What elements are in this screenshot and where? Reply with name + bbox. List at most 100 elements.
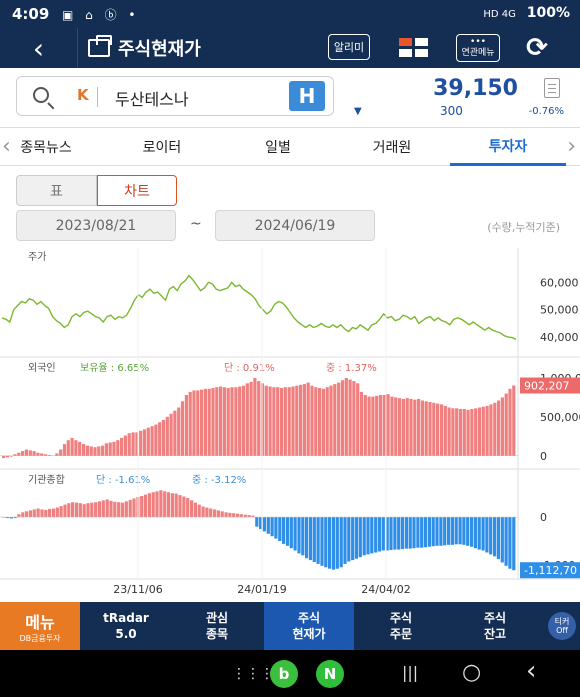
institution-bar bbox=[97, 501, 102, 518]
institution-bar bbox=[370, 517, 374, 554]
foreign-bar bbox=[359, 391, 364, 456]
foreign-bar bbox=[367, 396, 371, 456]
foreign-bar bbox=[363, 395, 367, 456]
foreign-bar bbox=[272, 387, 276, 456]
back-button[interactable]: ‹ bbox=[0, 28, 78, 68]
y-tick-label: 50,000 bbox=[540, 304, 579, 317]
home-button[interactable]: ○ bbox=[462, 660, 481, 685]
stock-search-input[interactable]: K 두산테스나 H bbox=[16, 76, 334, 116]
tab-news[interactable]: 종목뉴스 bbox=[14, 128, 78, 166]
foreign-bar bbox=[371, 396, 375, 456]
foreign-bar bbox=[439, 404, 444, 456]
institution-bar bbox=[473, 517, 477, 549]
short-term-label: 단 : -1.61% bbox=[96, 474, 150, 486]
hold-ratio-label: 보유율 : 6.65% bbox=[80, 362, 149, 374]
foreign-bar bbox=[310, 385, 314, 456]
system-back-button[interactable]: ‹ bbox=[526, 656, 536, 686]
band-app-icon[interactable]: b bbox=[270, 660, 298, 688]
history-button[interactable]: H bbox=[289, 81, 325, 111]
institution-bar bbox=[320, 517, 324, 566]
foreign-bar bbox=[184, 395, 188, 456]
nav-tradar[interactable]: tRadar 5.0 bbox=[84, 602, 168, 650]
foreign-bar bbox=[36, 452, 40, 456]
foreign-bar bbox=[108, 442, 112, 456]
unit-note: (수량,누적기준) bbox=[487, 221, 560, 234]
nav-stock-balance[interactable]: 주식 잔고 bbox=[450, 602, 540, 650]
foreign-bar bbox=[78, 441, 82, 456]
foreign-bar bbox=[203, 388, 207, 456]
foreign-bar bbox=[481, 406, 485, 456]
mid-term-label: 중 : -3.12% bbox=[192, 474, 246, 486]
foreign-bar bbox=[177, 407, 181, 456]
status-bar: 4:09 ▣ ⌂ ⓑ • HD 4G 100% bbox=[0, 0, 580, 28]
institution-bar bbox=[232, 513, 236, 517]
naver-app-icon[interactable]: N bbox=[316, 660, 344, 688]
institution-bar bbox=[381, 517, 385, 551]
institution-bar bbox=[105, 499, 109, 518]
main-menu-button[interactable]: 메뉴 DB금융투자 bbox=[0, 602, 80, 650]
end-date-field[interactable]: 2024/06/19 bbox=[215, 210, 375, 241]
institution-bar bbox=[182, 496, 186, 517]
institution-bar bbox=[174, 493, 178, 517]
foreign-bar bbox=[215, 387, 219, 456]
tab-broker[interactable]: 거래원 bbox=[352, 128, 432, 166]
brand-label: DB금융투자 bbox=[19, 633, 61, 643]
app-drawer-icon[interactable]: ⋮⋮⋮ bbox=[232, 666, 274, 682]
tab-scroll-left-icon[interactable]: ‹ bbox=[2, 134, 11, 159]
institution-bar bbox=[374, 517, 378, 553]
foreign-bar bbox=[344, 377, 348, 456]
institution-bar bbox=[94, 502, 98, 517]
institution-bar bbox=[228, 512, 232, 518]
foreign-bar bbox=[352, 381, 356, 456]
bottom-navigation: 메뉴 DB금융투자 tRadar 5.0 관심 종목 주식 현재가 주식 주문 … bbox=[0, 602, 580, 650]
tab-scroll-right-icon[interactable]: › bbox=[567, 134, 576, 159]
institution-bar bbox=[74, 502, 79, 517]
institution-bar bbox=[166, 492, 171, 517]
recents-button[interactable]: ||| bbox=[402, 663, 418, 682]
foreign-bar bbox=[158, 422, 162, 456]
nav-stock-price[interactable]: 주식 현재가 bbox=[264, 602, 354, 650]
price-change-percent: -0.76% bbox=[528, 106, 564, 117]
layout-grid-icon[interactable] bbox=[399, 38, 429, 58]
institution-bar bbox=[67, 503, 71, 518]
foreign-bar bbox=[455, 408, 459, 456]
foreign-bar bbox=[504, 393, 508, 456]
institution-bar bbox=[400, 517, 405, 550]
ticker-toggle-button[interactable]: 티커 Off bbox=[548, 612, 576, 640]
institution-bar bbox=[201, 506, 205, 517]
nav-label: 현재가 bbox=[292, 627, 326, 641]
nav-stock-order[interactable]: 주식 주문 bbox=[358, 602, 444, 650]
memo-icon[interactable] bbox=[544, 78, 560, 98]
foreign-bar bbox=[447, 407, 451, 456]
page-title: 주식현재가 bbox=[118, 39, 201, 60]
folder-icon bbox=[88, 35, 112, 57]
related-menu-button[interactable]: ••• 연관메뉴 bbox=[456, 34, 500, 62]
institution-bar bbox=[113, 501, 117, 518]
foreign-bar bbox=[264, 385, 268, 456]
institution-bar bbox=[143, 494, 148, 518]
institution-bar bbox=[493, 517, 497, 557]
chart-view-button[interactable]: 차트 bbox=[97, 175, 177, 206]
institution-bar bbox=[301, 517, 305, 556]
foreign-bar bbox=[32, 451, 36, 456]
foreign-bar bbox=[249, 381, 253, 456]
refresh-icon[interactable]: ⟳ bbox=[518, 32, 556, 64]
investor-chart[interactable]: 주가 60,000 50,000 40,000 외국인 보유율 : 6.65% 단 : 0.… bbox=[0, 248, 580, 602]
institution-bar bbox=[412, 517, 416, 549]
x-tick-label: 24/04/02 bbox=[361, 583, 410, 596]
nav-watchlist[interactable]: 관심 종목 bbox=[174, 602, 260, 650]
foreign-bar bbox=[93, 447, 97, 456]
alert-button[interactable]: 알리미 bbox=[328, 34, 370, 60]
institution-bar bbox=[489, 517, 493, 555]
menu-title: 메뉴 bbox=[25, 612, 55, 632]
tab-reuters[interactable]: 로이터 bbox=[120, 128, 204, 166]
institution-bar bbox=[447, 517, 451, 545]
tab-investor[interactable]: 투자자 bbox=[450, 128, 566, 166]
tab-daily[interactable]: 일별 bbox=[238, 128, 318, 166]
foreign-bar bbox=[329, 385, 333, 456]
nav-label: 종목 bbox=[205, 627, 229, 641]
foreign-bar bbox=[409, 398, 413, 456]
nav-label: 관심 bbox=[205, 611, 229, 625]
start-date-field[interactable]: 2023/08/21 bbox=[16, 210, 176, 241]
table-view-button[interactable]: 표 bbox=[16, 175, 97, 206]
